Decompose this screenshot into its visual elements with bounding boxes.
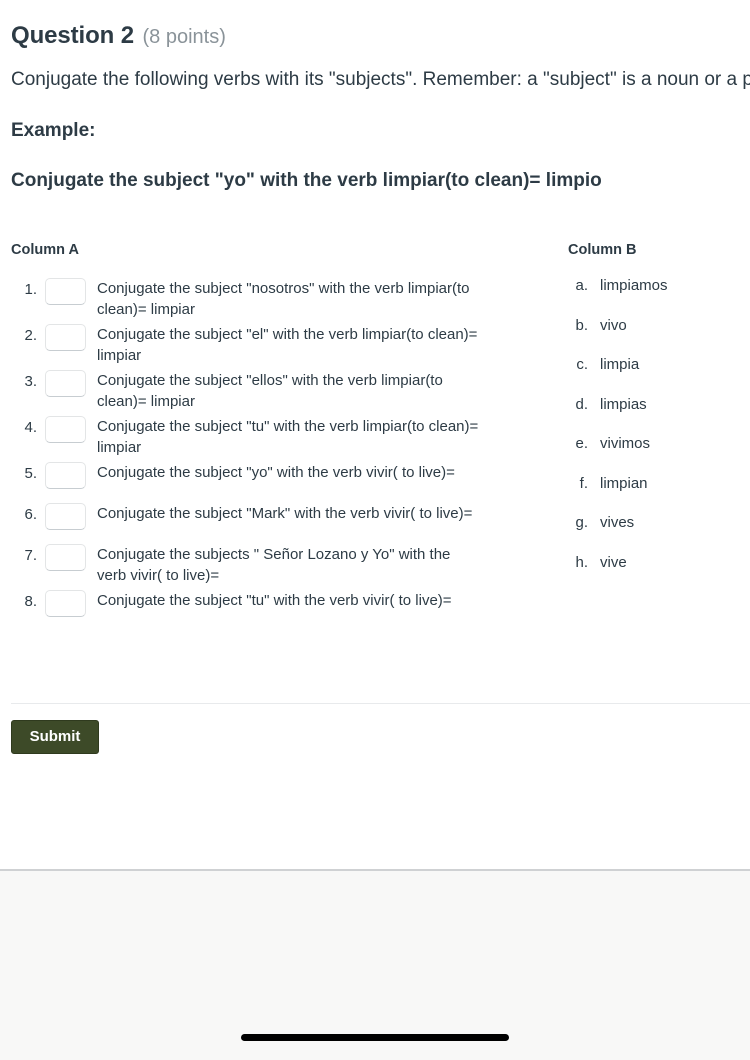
option-letter: e. <box>575 435 588 452</box>
list-item: b. vivo <box>568 317 750 334</box>
matching-columns: 1. Conjugate the subject "nosotros" with… <box>11 277 750 622</box>
page-title: Question 2 <box>11 22 135 49</box>
list-item: a. limpiamos <box>568 277 750 294</box>
footer-divider <box>11 703 750 704</box>
question-sheet: Question 2 (8 points) Conjugate the foll… <box>0 0 750 871</box>
row-number: 3. <box>24 373 37 390</box>
match-row: 8. Conjugate the subject "tu" with the v… <box>11 589 481 627</box>
row-number: 8. <box>24 593 37 610</box>
row-prompt-text: Conjugate the subject "ellos" with the v… <box>97 372 443 410</box>
row-number: 6. <box>24 506 37 523</box>
row-prompt-text: Conjugate the subject "el" with the verb… <box>97 326 478 364</box>
match-row: 3. Conjugate the subject "ellos" with th… <box>11 369 481 412</box>
instruction-text: Conjugate the following verbs with its "… <box>11 69 750 90</box>
list-item: h. vive <box>568 554 750 571</box>
option-text: limpias <box>600 395 647 413</box>
option-letter: a. <box>575 277 588 294</box>
answer-select-4[interactable] <box>45 416 86 443</box>
column-a-header: Column A <box>11 242 79 258</box>
list-item: f. limpian <box>568 475 750 492</box>
answer-select-3[interactable] <box>45 370 86 397</box>
row-number: 2. <box>24 327 37 344</box>
row-prompt-text: Conjugate the subject "tu" with the verb… <box>97 418 479 456</box>
row-prompt-text: Conjugate the subject "nosotros" with th… <box>97 280 470 318</box>
row-prompt-text: Conjugate the subject "Mark" with the ve… <box>97 505 473 522</box>
match-row: 7. Conjugate the subjects " Señor Lozano… <box>11 543 481 586</box>
row-number: 4. <box>24 419 37 436</box>
option-letter: d. <box>575 395 588 413</box>
example-text: Conjugate the subject "yo" with the verb… <box>11 170 602 191</box>
bottom-blank-area <box>0 871 750 1060</box>
option-text: limpiamos <box>600 277 668 294</box>
column-headers: Column A Column B <box>11 242 750 264</box>
answer-select-1[interactable] <box>45 278 86 305</box>
list-item: g. vives <box>568 514 750 531</box>
match-row: 6. Conjugate the subject "Mark" with the… <box>11 502 481 540</box>
matching-question-area: Column A Column B 1. Conjugate the subje… <box>0 242 750 622</box>
list-item: e. vivimos <box>568 435 750 452</box>
option-letter: b. <box>575 316 588 334</box>
answer-select-8[interactable] <box>45 590 86 617</box>
row-number: 5. <box>24 465 37 482</box>
option-text: limpian <box>600 474 648 492</box>
submit-button[interactable]: Submit <box>11 720 99 754</box>
answer-select-5[interactable] <box>45 462 86 489</box>
match-row: 1. Conjugate the subject "nosotros" with… <box>11 277 481 320</box>
option-text: vivo <box>600 316 627 334</box>
list-item: c. limpia <box>568 356 750 373</box>
column-b-header: Column B <box>568 242 637 258</box>
answer-select-7[interactable] <box>45 544 86 571</box>
question-points: (8 points) <box>142 26 226 48</box>
match-row: 5. Conjugate the subject "yo" with the v… <box>11 461 481 499</box>
row-number: 1. <box>24 281 37 298</box>
option-text: limpia <box>600 356 640 373</box>
column-b-list: a. limpiamos b. vivo c. limpia d. limpia… <box>568 277 750 593</box>
row-prompt-text: Conjugate the subjects " Señor Lozano y … <box>97 546 451 584</box>
list-item: d. limpias <box>568 396 750 413</box>
option-letter: c. <box>576 356 588 373</box>
match-row: 2. Conjugate the subject "el" with the v… <box>11 323 481 366</box>
instructions-block: Conjugate the following verbs with its "… <box>0 64 750 196</box>
home-indicator[interactable] <box>241 1034 509 1041</box>
row-prompt-text: Conjugate the subject "tu" with the verb… <box>97 592 452 609</box>
question-body: Question 2 (8 points) Conjugate the foll… <box>0 0 750 754</box>
answer-select-6[interactable] <box>45 503 86 530</box>
option-letter: g. <box>575 514 588 531</box>
row-number: 7. <box>24 547 37 564</box>
option-letter: h. <box>575 553 588 571</box>
option-text: vivimos <box>600 435 651 452</box>
option-text: vive <box>600 553 627 571</box>
option-text: vives <box>600 514 635 531</box>
answer-select-2[interactable] <box>45 324 86 351</box>
question-header: Question 2 (8 points) <box>0 0 750 50</box>
example-label: Example: <box>11 120 96 141</box>
row-prompt-text: Conjugate the subject "yo" with the verb… <box>97 464 455 481</box>
match-row: 4. Conjugate the subject "tu" with the v… <box>11 415 481 458</box>
option-letter: f. <box>579 474 588 492</box>
column-a-list: 1. Conjugate the subject "nosotros" with… <box>11 277 481 630</box>
